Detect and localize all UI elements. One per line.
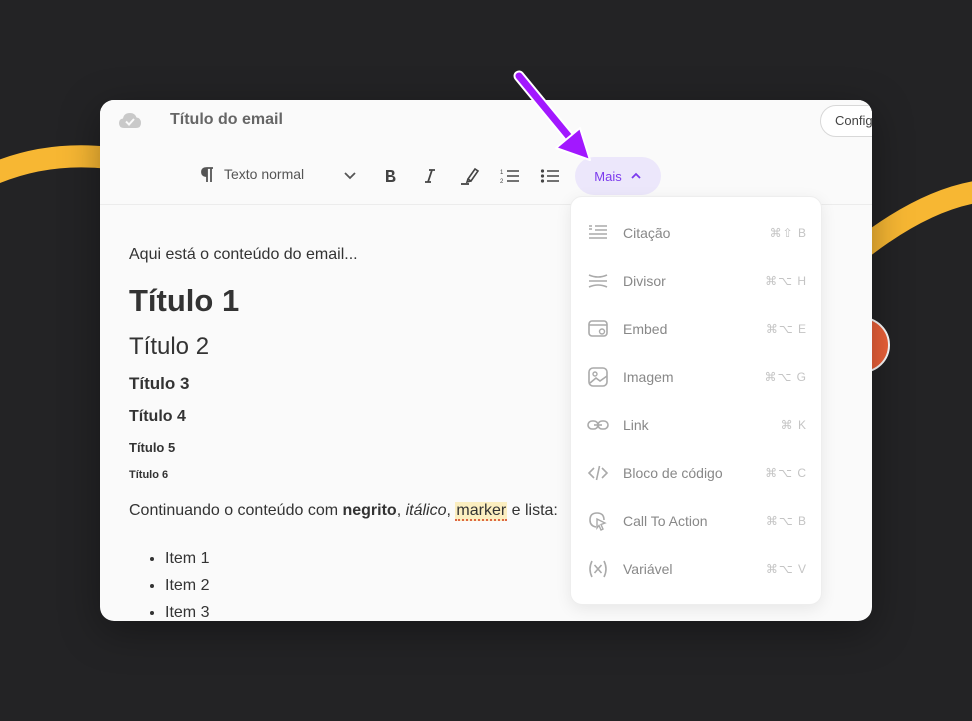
bullet-list-icon: [540, 169, 559, 183]
link-icon: [587, 420, 609, 430]
chevron-down-icon[interactable]: [343, 168, 357, 182]
more-button[interactable]: Mais: [575, 157, 661, 195]
config-button[interactable]: Config: [820, 105, 872, 137]
image-icon: [588, 367, 608, 387]
italic-icon: [425, 169, 435, 183]
menu-item-label: Variável: [623, 561, 673, 577]
bullet-list-button[interactable]: [538, 165, 562, 187]
embed-icon: [588, 320, 608, 337]
menu-item-shortcut: ⌘⌥ C: [765, 466, 807, 480]
cloud-saved-icon: [119, 113, 141, 128]
divider-icon: [588, 274, 608, 288]
variable-icon: [589, 560, 607, 578]
rich-prefix: Continuando o conteúdo com: [129, 502, 343, 519]
menu-item-shortcut: ⌘⌥ V: [765, 562, 807, 576]
intro-paragraph: Aqui está o conteúdo do email...: [129, 246, 358, 263]
marker-text: marker: [455, 502, 508, 521]
heading-6: Título 6: [129, 469, 169, 481]
ordered-list-button[interactable]: 1 2: [498, 165, 522, 187]
highlight-button[interactable]: [458, 165, 482, 187]
menu-item-label: Link: [623, 417, 649, 433]
heading-2: Título 2: [129, 333, 210, 360]
list-item: Item 3: [165, 599, 209, 621]
bullet-list: Item 1 Item 2 Item 3: [129, 545, 209, 621]
menu-item-shortcut: ⌘⌥ G: [764, 370, 807, 384]
more-dropdown-menu: Citação ⌘⇧ B Divisor ⌘⌥ H Embed ⌘⌥ E Ima…: [570, 196, 822, 605]
paragraph-icon: [201, 167, 213, 182]
quote-icon: [589, 225, 607, 239]
editor-window: Título do email Config Texto normal 1 2 …: [100, 100, 872, 621]
italic-text: itálico: [405, 502, 447, 519]
menu-item-divider[interactable]: Divisor ⌘⌥ H: [571, 257, 821, 305]
bold-icon: [386, 170, 396, 182]
rich-separator: ,: [396, 502, 406, 519]
menu-item-link[interactable]: Link ⌘ K: [571, 401, 821, 449]
list-item: Item 1: [165, 545, 209, 572]
highlighter-icon: [461, 167, 480, 185]
list-item: Item 2: [165, 572, 209, 599]
menu-item-label: Citação: [623, 225, 671, 241]
yellow-arc-left: [0, 145, 112, 184]
cursor-click-icon: [589, 512, 607, 531]
menu-item-label: Bloco de código: [623, 465, 723, 481]
yellow-arc-right: [853, 181, 972, 259]
rich-suffix: e lista:: [507, 502, 558, 519]
chevron-up-icon: [631, 172, 641, 179]
heading-3: Título 3: [129, 374, 190, 393]
menu-item-shortcut: ⌘⇧ B: [769, 226, 807, 240]
heading-5: Título 5: [129, 440, 176, 455]
code-icon: [587, 465, 609, 481]
more-button-label: Mais: [594, 168, 622, 184]
bold-button[interactable]: [378, 165, 402, 187]
menu-item-shortcut: ⌘⌥ B: [765, 514, 807, 528]
menu-item-label: Call To Action: [623, 513, 708, 529]
menu-item-shortcut: ⌘⌥ H: [765, 274, 807, 288]
menu-item-image[interactable]: Imagem ⌘⌥ G: [571, 353, 821, 401]
menu-item-variable[interactable]: Variável ⌘⌥ V: [571, 545, 821, 593]
menu-item-embed[interactable]: Embed ⌘⌥ E: [571, 305, 821, 353]
editor-header: Título do email Config Texto normal 1 2 …: [100, 100, 872, 205]
svg-text:2: 2: [500, 179, 504, 184]
bold-text: negrito: [342, 502, 397, 519]
menu-item-code-block[interactable]: Bloco de código ⌘⌥ C: [571, 449, 821, 497]
menu-item-call-to-action[interactable]: Call To Action ⌘⌥ B: [571, 497, 821, 545]
italic-button[interactable]: [418, 165, 442, 187]
menu-item-shortcut: ⌘ K: [780, 418, 807, 432]
menu-item-label: Divisor: [623, 273, 666, 289]
heading-4: Título 4: [129, 408, 186, 425]
menu-item-label: Imagem: [623, 369, 674, 385]
menu-item-quote[interactable]: Citação ⌘⇧ B: [571, 209, 821, 257]
menu-item-shortcut: ⌘⌥ E: [765, 322, 807, 336]
rich-paragraph: Continuando o conteúdo com negrito, itál…: [129, 502, 558, 521]
text-style-select[interactable]: Texto normal: [224, 166, 304, 182]
email-title[interactable]: Título do email: [170, 111, 283, 129]
ordered-list-icon: 1 2: [500, 170, 519, 184]
menu-item-label: Embed: [623, 321, 668, 337]
heading-1: Título 1: [129, 283, 240, 318]
svg-text:1: 1: [500, 170, 504, 176]
